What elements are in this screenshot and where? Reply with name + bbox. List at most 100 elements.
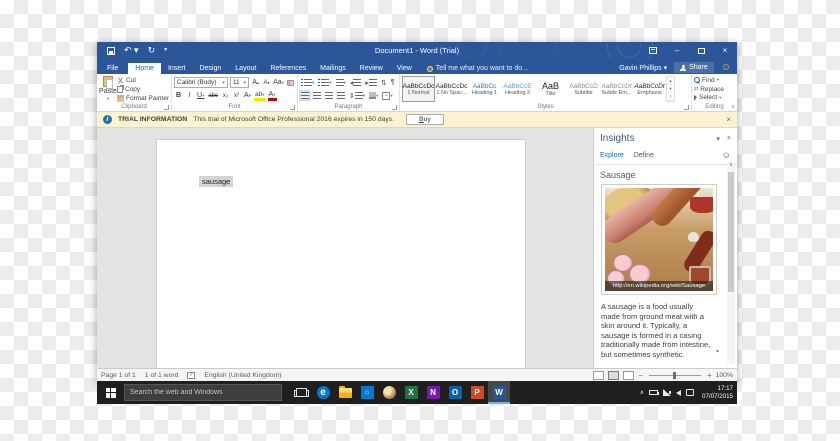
- close-button[interactable]: ×: [713, 42, 737, 59]
- taskbar-search-input[interactable]: [124, 384, 282, 401]
- save-icon[interactable]: [107, 46, 115, 55]
- paste-button[interactable]: Paste ▾: [99, 76, 117, 102]
- style-heading2[interactable]: AaBbCcE Heading 2: [501, 76, 534, 102]
- style-heading1[interactable]: AaBbCc Heading 1: [468, 76, 501, 102]
- align-right-button[interactable]: [324, 90, 334, 101]
- line-spacing-button[interactable]: ⇕ ▾: [348, 90, 366, 101]
- outlook-app-button[interactable]: O: [444, 381, 466, 404]
- tab-insert[interactable]: Insert: [161, 63, 193, 74]
- start-button[interactable]: [97, 381, 124, 404]
- strikethrough-button[interactable]: abc: [207, 90, 219, 101]
- bold-button[interactable]: B: [174, 90, 183, 101]
- paragraph-dialog-launcher-icon[interactable]: [392, 105, 397, 110]
- grow-font-button[interactable]: A ▴: [251, 77, 260, 88]
- highlight-color-button[interactable]: ab ▾: [254, 90, 266, 101]
- style-title[interactable]: AaB Title: [534, 76, 567, 102]
- find-button[interactable]: Find ▾: [694, 76, 735, 85]
- language-status[interactable]: English (United Kingdom): [204, 372, 281, 379]
- result-image-card[interactable]: http://en.wikipedia.org/wiki/Sausage: [601, 184, 717, 295]
- borders-button[interactable]: + ▾: [381, 90, 393, 101]
- show-marks-button[interactable]: ¶: [390, 77, 396, 88]
- collapse-ribbon-icon[interactable]: ∧: [731, 104, 735, 110]
- underline-button[interactable]: U ▾: [196, 90, 205, 101]
- sort-button[interactable]: ⇅: [380, 77, 388, 88]
- font-color-button[interactable]: A ▾: [267, 90, 277, 101]
- replace-button[interactable]: ⇄ Replace: [694, 85, 735, 94]
- store-app-button[interactable]: ⌂: [356, 381, 378, 404]
- page-count[interactable]: Page 1 of 1: [101, 372, 136, 379]
- clipboard-dialog-launcher-icon[interactable]: [164, 105, 169, 110]
- proofing-icon[interactable]: ✓: [187, 371, 196, 379]
- document-page[interactable]: sausage: [156, 139, 526, 368]
- document-canvas[interactable]: sausage: [97, 128, 593, 368]
- scroll-thumb[interactable]: [728, 172, 734, 292]
- styles-gallery-scroll[interactable]: ▴ ▾ ▿: [666, 76, 675, 102]
- read-mode-icon[interactable]: [593, 370, 605, 380]
- zoom-slider-thumb[interactable]: [672, 371, 676, 379]
- task-view-button[interactable]: [290, 381, 312, 404]
- feedback-smiley-icon[interactable]: ☺: [722, 151, 731, 160]
- zoom-slider[interactable]: [648, 371, 701, 379]
- pane-options-icon[interactable]: ▾: [716, 135, 720, 143]
- superscript-button[interactable]: x²: [232, 90, 241, 101]
- buy-button[interactable]: Buy: [406, 114, 444, 125]
- tab-mailings[interactable]: Mailings: [313, 63, 353, 74]
- tab-define[interactable]: Define: [634, 152, 654, 159]
- shrink-font-button[interactable]: A ▾: [262, 77, 271, 88]
- word-count[interactable]: 1 of 1 word: [145, 372, 179, 379]
- file-explorer-button[interactable]: [334, 381, 356, 404]
- account-name[interactable]: Gavin Phillips ▾: [619, 64, 667, 72]
- battery-icon[interactable]: [649, 390, 660, 395]
- style-no-spacing[interactable]: AaBbCcDc 1 No Spac...: [435, 76, 468, 102]
- web-layout-icon[interactable]: [623, 370, 635, 380]
- tab-view[interactable]: View: [390, 63, 419, 74]
- ribbon-display-options-icon[interactable]: [641, 42, 665, 59]
- tab-home[interactable]: Home: [128, 63, 161, 74]
- powerpoint-app-button[interactable]: P: [466, 381, 488, 404]
- change-case-button[interactable]: Aa ▾: [273, 77, 284, 88]
- zoom-in-icon[interactable]: +: [707, 371, 712, 380]
- edge-app-button[interactable]: e: [312, 381, 334, 404]
- style-subtitle[interactable]: AaBbCcD Subtitle: [567, 76, 600, 102]
- copy-button[interactable]: Copy: [117, 85, 169, 93]
- insights-scrollbar[interactable]: ∧: [727, 162, 735, 364]
- taskbar-clock[interactable]: 17:17 07/07/2015: [699, 385, 733, 400]
- zoom-level[interactable]: 100%: [716, 372, 733, 379]
- style-normal[interactable]: AaBbCcDc 1 Normal: [402, 76, 435, 102]
- scroll-up-icon[interactable]: ∧: [727, 162, 735, 168]
- pane-close-icon[interactable]: ×: [727, 135, 731, 143]
- trial-close-icon[interactable]: ×: [726, 115, 731, 124]
- print-layout-icon[interactable]: [608, 370, 620, 380]
- font-name-combobox[interactable]: Calibri (Body) ▾: [174, 77, 228, 88]
- restore-button[interactable]: [689, 42, 713, 59]
- font-dialog-launcher-icon[interactable]: [290, 105, 295, 110]
- tell-me-box[interactable]: Tell me what you want to do...: [426, 65, 528, 74]
- action-center-icon[interactable]: [686, 389, 695, 396]
- style-emphasis[interactable]: AaBbCcDt Emphasis: [633, 76, 666, 102]
- speaker-icon[interactable]: [669, 389, 682, 396]
- style-subtle-emphasis[interactable]: AaBbCcDt Subtle Em...: [600, 76, 633, 102]
- decrease-indent-button[interactable]: ◂: [349, 77, 363, 88]
- shading-button[interactable]: ▾: [368, 90, 379, 101]
- styles-dialog-launcher-icon[interactable]: [684, 105, 689, 110]
- feedback-smiley-icon[interactable]: ☺: [721, 62, 731, 73]
- globe-app-button[interactable]: [378, 381, 400, 404]
- select-button[interactable]: Select ▾: [694, 93, 735, 102]
- zoom-out-icon[interactable]: −: [638, 371, 643, 380]
- bullets-button[interactable]: ▾: [300, 77, 315, 88]
- multilevel-list-button[interactable]: ▾: [335, 77, 347, 88]
- tab-review[interactable]: Review: [353, 63, 390, 74]
- minimize-button[interactable]: –: [665, 42, 689, 59]
- numbering-button[interactable]: ▾: [317, 77, 332, 88]
- undo-icon[interactable]: ↶ ▾: [124, 46, 139, 55]
- tab-references[interactable]: References: [263, 63, 313, 74]
- tab-design[interactable]: Design: [192, 63, 228, 74]
- word-app-button[interactable]: W: [488, 381, 510, 404]
- selected-word[interactable]: sausage: [199, 176, 234, 187]
- tray-expand-icon[interactable]: ∧: [640, 389, 644, 396]
- text-effects-button[interactable]: A ▾: [243, 90, 252, 101]
- italic-button[interactable]: I: [185, 90, 194, 101]
- expand-chevron-icon[interactable]: ⌄: [714, 345, 721, 354]
- justify-button[interactable]: [336, 90, 346, 101]
- tab-explore[interactable]: Explore: [600, 152, 624, 159]
